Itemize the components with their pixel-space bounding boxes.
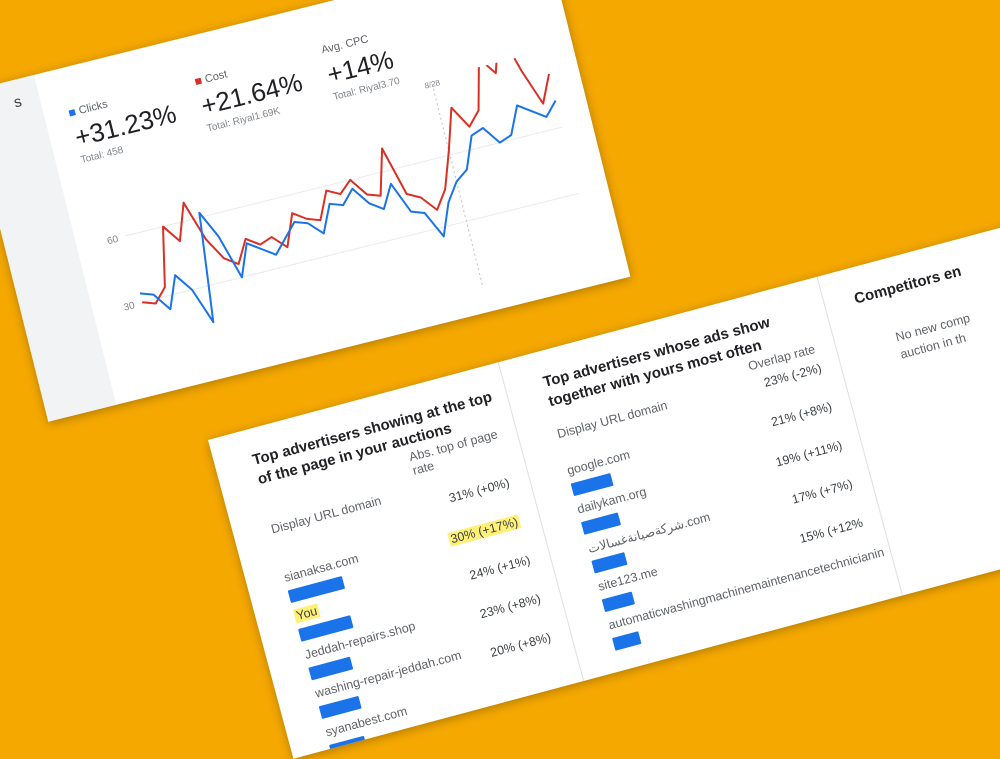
metric-label: Cost bbox=[203, 68, 229, 86]
rate-bar bbox=[308, 656, 354, 681]
rate-value: 17% (+7%) bbox=[764, 476, 855, 514]
advertiser-domain: automaticwashingmachinemaintenancetechni… bbox=[606, 545, 886, 633]
rate-value: 24% (+1%) bbox=[441, 553, 532, 590]
you-label: You bbox=[292, 603, 321, 624]
y-tick-label: 30 bbox=[123, 300, 137, 313]
rate-bar bbox=[591, 552, 628, 574]
y-tick-label: 60 bbox=[106, 234, 120, 247]
gridline bbox=[125, 126, 563, 237]
competitors-title: Competitors en bbox=[852, 262, 964, 308]
rate-text: 31% (+0%) bbox=[447, 475, 512, 506]
advertiser-domain: washing-repair-jeddah.com bbox=[313, 648, 463, 701]
rate-value: 21% (+8%) bbox=[743, 400, 834, 437]
date-marker-label: 8/28 bbox=[424, 78, 442, 91]
rate-value: 23% (+8%) bbox=[452, 591, 543, 629]
advertiser-domain: google.com bbox=[565, 447, 632, 478]
rate-value: 30% (+17%) bbox=[431, 514, 522, 551]
clicks-series-line bbox=[139, 100, 557, 324]
rate-text: 15% (+12% bbox=[798, 515, 865, 546]
rate-text: 24% (+1%) bbox=[468, 552, 532, 583]
rate-text: 20% (+8%) bbox=[488, 630, 553, 660]
rate-text: 21% (+8%) bbox=[769, 399, 834, 430]
rate-bar bbox=[329, 735, 368, 758]
clicks-legend-swatch bbox=[68, 109, 76, 117]
advertiser-domain: sianaksa.com bbox=[282, 551, 360, 585]
rate-text: 30% (+17%) bbox=[447, 514, 522, 547]
cost-legend-swatch bbox=[194, 77, 203, 86]
rate-value: 20% (+8%) bbox=[462, 630, 553, 667]
rate-text: 17% (+7%) bbox=[790, 476, 855, 507]
rate-bar bbox=[318, 695, 362, 719]
rate-value: 15% (+12% bbox=[774, 515, 865, 553]
rate-bar bbox=[612, 631, 642, 651]
rate-value: 19% (+11%) bbox=[753, 438, 844, 475]
gridline bbox=[142, 192, 579, 303]
rate-text: 23% (+8%) bbox=[478, 591, 543, 622]
rate-bar bbox=[601, 591, 636, 613]
rate-value: 31% (+0%) bbox=[421, 475, 512, 513]
column-header-domain: Display URL domain bbox=[269, 493, 383, 537]
rate-bar bbox=[570, 473, 614, 497]
rate-bar bbox=[581, 512, 622, 535]
rate-value: 23% (-2%) bbox=[732, 361, 823, 398]
rate-text: 19% (+11%) bbox=[774, 438, 844, 470]
